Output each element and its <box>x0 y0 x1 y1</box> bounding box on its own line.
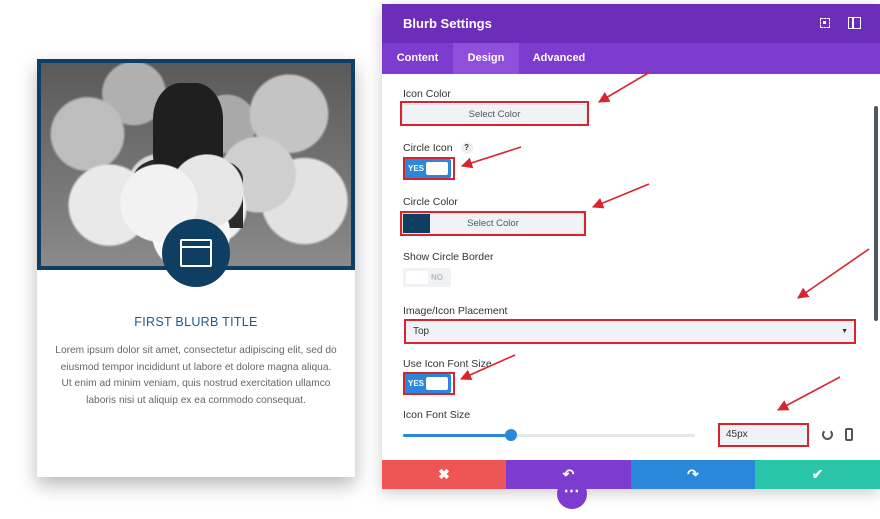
icon-color-label: Icon Color <box>403 88 451 100</box>
save-button[interactable]: ✔ <box>755 460 880 489</box>
scrollbar[interactable] <box>874 106 878 321</box>
show-circle-border-toggle[interactable]: NO <box>403 268 451 287</box>
expand-icon[interactable] <box>818 16 832 30</box>
circle-color-label: Circle Color <box>403 196 458 208</box>
settings-tabs: Content Design Advanced <box>382 43 880 74</box>
toggle-knob <box>426 377 448 390</box>
icon-font-size-slider[interactable] <box>403 434 695 437</box>
slider-fill <box>403 434 512 437</box>
color-swatch <box>403 214 430 233</box>
page: FIRST BLURB TITLE Lorem ipsum dolor sit … <box>0 0 880 519</box>
tab-content[interactable]: Content <box>382 43 453 74</box>
window-icon <box>162 219 230 287</box>
tab-advanced[interactable]: Advanced <box>519 43 599 74</box>
modal-footer: ✖ ↶ ↷ ✔ <box>382 460 880 489</box>
blurb-body: Lorem ipsum dolor sit amet, consectetur … <box>55 345 337 406</box>
use-icon-font-size-label: Use Icon Font Size <box>403 358 492 370</box>
toggle-state-text: NO <box>431 273 443 282</box>
toggle-knob <box>406 271 428 284</box>
phone-icon[interactable] <box>845 428 853 441</box>
reset-icon[interactable] <box>822 429 833 440</box>
placement-label: Image/Icon Placement <box>403 305 508 317</box>
toggle-state-text: YES <box>408 164 425 173</box>
sidebar-toggle-icon[interactable] <box>847 16 861 30</box>
chevron-down-icon: ▼ <box>841 328 848 335</box>
use-icon-font-size-toggle[interactable]: YES <box>403 374 451 393</box>
redo-button[interactable]: ↷ <box>631 460 755 489</box>
toggle-knob <box>426 162 448 175</box>
slider-handle[interactable] <box>505 429 518 441</box>
modal-title: Blurb Settings <box>403 16 492 31</box>
icon-font-size-label: Icon Font Size <box>403 409 471 421</box>
circle-icon-label-text: Circle Icon <box>403 142 453 154</box>
placement-value: Top <box>413 326 430 337</box>
circle-color-button-label: Select Color <box>467 218 519 229</box>
circle-icon-label: Circle Icon? <box>403 142 473 155</box>
cancel-button[interactable]: ✖ <box>382 460 506 489</box>
show-circle-border-label: Show Circle Border <box>403 251 494 263</box>
modal-header: Blurb Settings <box>382 4 880 43</box>
circle-icon-toggle[interactable]: YES <box>403 159 451 178</box>
icon-color-button[interactable]: Select Color <box>402 104 587 125</box>
help-icon[interactable]: ? <box>460 142 473 155</box>
toggle-state-text: YES <box>408 379 425 388</box>
blurb-settings-modal: Blurb Settings Content Design Advanced I… <box>382 4 880 489</box>
circle-color-button[interactable]: Select Color <box>402 213 584 234</box>
blurb-title: FIRST BLURB TITLE <box>134 315 258 329</box>
more-options-button[interactable]: ⋯ <box>557 479 587 509</box>
placement-select[interactable]: Top ▼ <box>406 321 854 342</box>
icon-font-size-input[interactable]: 45px <box>720 425 808 445</box>
tab-design[interactable]: Design <box>453 43 519 74</box>
blurb-card: FIRST BLURB TITLE Lorem ipsum dolor sit … <box>37 59 355 477</box>
